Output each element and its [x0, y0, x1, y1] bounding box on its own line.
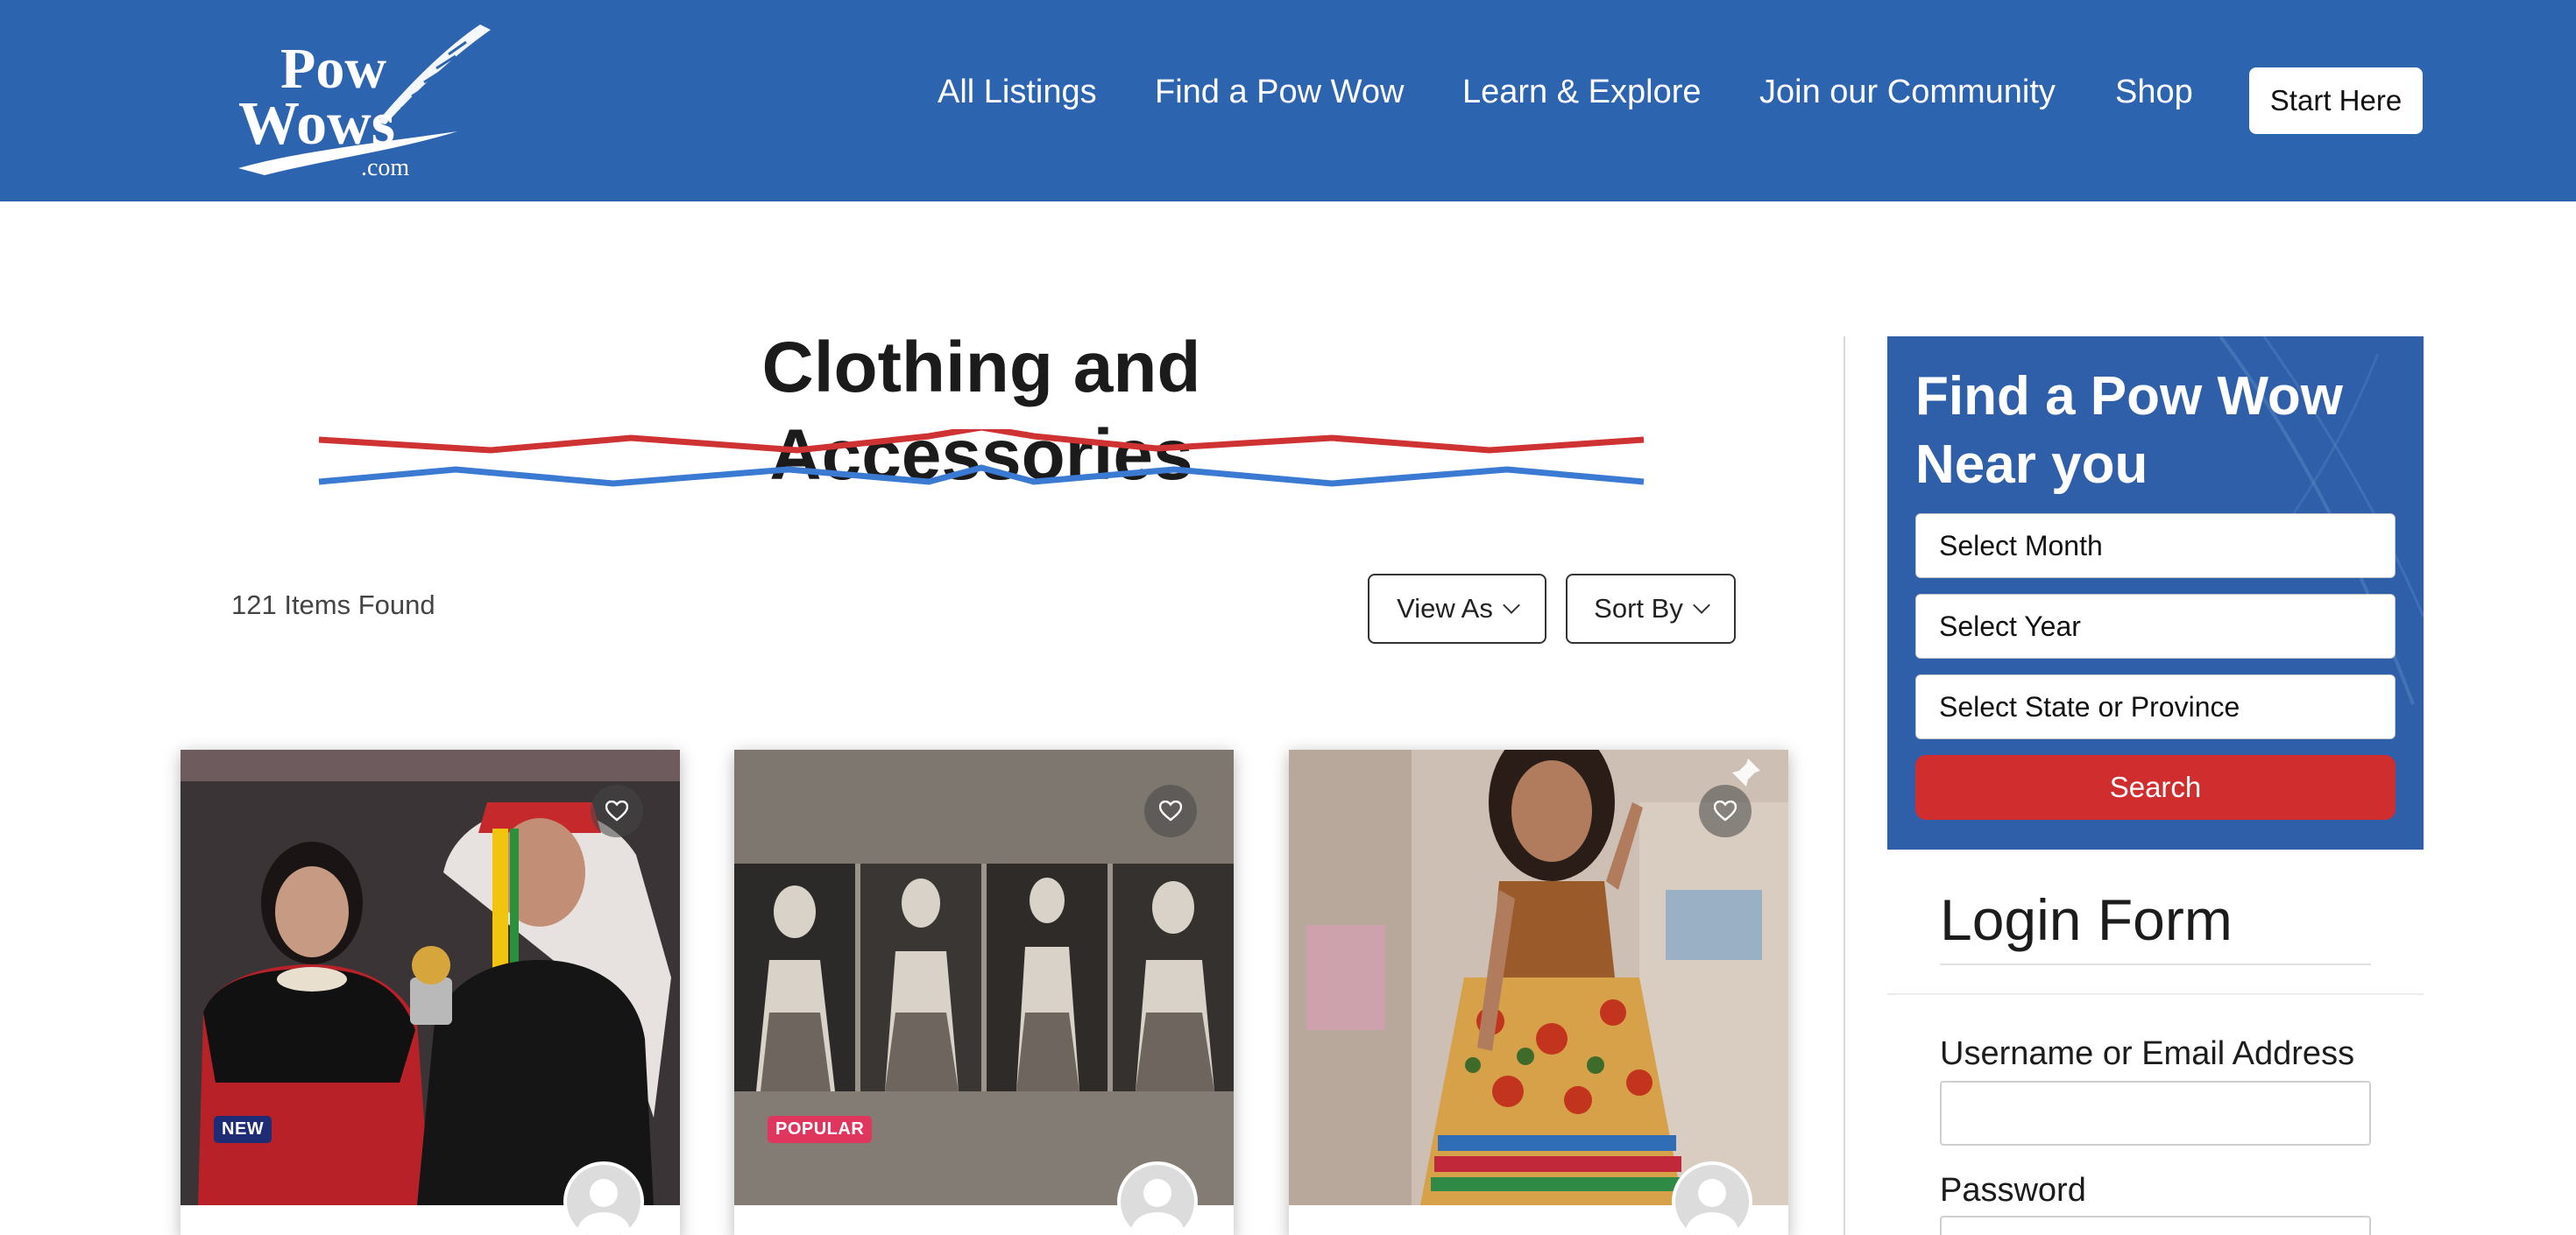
select-year[interactable]: Select Year: [1915, 594, 2396, 659]
site-header: Pow Wows .com All Listings Find a Pow Wo…: [0, 0, 2576, 201]
logo-graphic: Pow Wows .com: [238, 25, 491, 181]
listing-card[interactable]: [1289, 750, 1788, 1235]
powwows-logo[interactable]: Pow Wows .com: [230, 19, 501, 181]
user-avatar[interactable]: [563, 1161, 644, 1235]
decorative-divider: [318, 429, 1645, 487]
sort-by-label: Sort By: [1594, 593, 1683, 624]
popular-badge: POPULAR: [768, 1116, 873, 1143]
listing-image[interactable]: NEW: [180, 750, 680, 1205]
user-icon: [1131, 1179, 1184, 1235]
listing-card[interactable]: NEW: [180, 750, 680, 1235]
chevron-down-icon: [1692, 596, 1710, 614]
heart-icon: [1159, 801, 1182, 822]
heart-icon: [1714, 801, 1737, 822]
password-field[interactable]: [1940, 1216, 2371, 1235]
start-here-button[interactable]: Start Here: [2249, 67, 2423, 134]
login-form-title: Login Form: [1940, 887, 2233, 952]
nav-join-community[interactable]: Join our Community: [1759, 70, 2056, 114]
svg-text:Wows: Wows: [238, 90, 395, 158]
finder-title: Find a Pow Wow Near you: [1915, 363, 2406, 499]
nav-learn-explore[interactable]: Learn & Explore: [1462, 70, 1702, 114]
new-badge: NEW: [214, 1116, 272, 1143]
favorite-button[interactable]: [1699, 785, 1752, 837]
pin-icon: [1732, 759, 1760, 787]
chevron-down-icon: [1502, 596, 1520, 614]
nav-all-listings[interactable]: All Listings: [938, 70, 1097, 114]
favorite-button[interactable]: [591, 785, 643, 837]
sidebar-divider: [1844, 336, 1845, 1235]
user-avatar[interactable]: [1672, 1161, 1752, 1235]
heart-icon: [605, 801, 628, 822]
nav-shop[interactable]: Shop: [2115, 70, 2193, 114]
finder-title-line2: Near you: [1915, 434, 2148, 495]
sort-by-dropdown[interactable]: Sort By: [1566, 574, 1736, 644]
select-month[interactable]: Select Month: [1915, 513, 2396, 578]
login-title-underline: [1940, 963, 2371, 965]
listing-image[interactable]: [1289, 750, 1788, 1205]
user-icon: [577, 1179, 630, 1235]
user-icon: [1686, 1179, 1738, 1235]
finder-title-line1: Find a Pow Wow: [1915, 366, 2343, 427]
username-field[interactable]: [1940, 1081, 2371, 1146]
listing-image[interactable]: POPULAR: [734, 750, 1234, 1205]
nav-find-a-pow-wow[interactable]: Find a Pow Wow: [1155, 70, 1404, 114]
user-avatar[interactable]: [1117, 1161, 1198, 1235]
view-as-dropdown[interactable]: View As: [1368, 574, 1546, 644]
favorite-button[interactable]: [1144, 785, 1197, 837]
select-state-province[interactable]: Select State or Province: [1915, 674, 2396, 739]
listing-card[interactable]: POPULAR: [734, 750, 1234, 1235]
password-label: Password: [1940, 1172, 2086, 1209]
svg-text:.com: .com: [361, 154, 409, 181]
find-pow-wow-widget: Find a Pow Wow Near you Select Month Sel…: [1887, 336, 2424, 850]
view-as-label: View As: [1397, 593, 1493, 624]
search-button[interactable]: Search: [1915, 755, 2396, 820]
items-found-count: 121 Items Found: [231, 589, 435, 620]
login-section-divider: [1887, 993, 2424, 995]
username-label: Username or Email Address: [1940, 1035, 2355, 1072]
